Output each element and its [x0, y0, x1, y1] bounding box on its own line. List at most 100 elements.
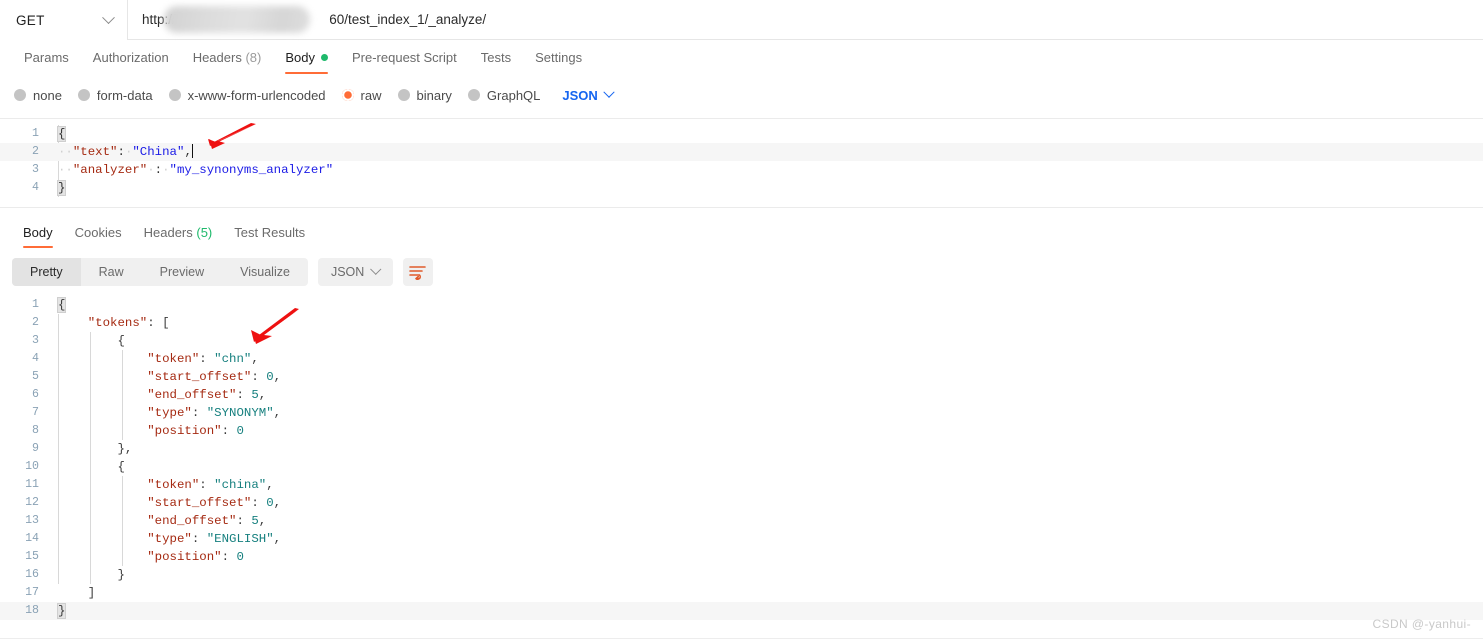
- code-token: "end_offset": [147, 388, 237, 402]
- response-view-preview[interactable]: Preview: [142, 258, 222, 286]
- code-content: {: [48, 125, 1483, 143]
- chevron-down-icon: [102, 10, 115, 24]
- code-line: 5 "start_offset": 0,: [0, 368, 1483, 386]
- code-content: }: [48, 602, 1483, 620]
- code-content: "start_offset": 0,: [48, 494, 1483, 512]
- code-token: "analyzer": [72, 163, 148, 177]
- line-number: 1: [32, 298, 39, 311]
- code-token: ·: [162, 163, 170, 177]
- code-token: "tokens": [87, 316, 148, 330]
- code-line: 9 },: [0, 440, 1483, 458]
- response-tab-body[interactable]: Body: [12, 220, 64, 249]
- line-number: 9: [32, 442, 39, 455]
- line-number: 4: [32, 181, 39, 194]
- code-token: :: [236, 514, 252, 528]
- code-token: ,: [273, 532, 282, 546]
- request-body-editor[interactable]: 1{2 ··"text":·"China", 3 ··"analyzer"·:·"my…: [0, 118, 1483, 208]
- code-token: }: [56, 180, 67, 196]
- body-mode-binary[interactable]: binary: [397, 88, 452, 103]
- code-line: 2 ··"text":·"China",: [0, 143, 1483, 161]
- code-content: ··"text":·"China",: [48, 143, 1483, 161]
- tab-params[interactable]: Params: [12, 44, 81, 74]
- line-number: 17: [25, 586, 39, 599]
- code-line: 11 "token": "china",: [0, 476, 1483, 494]
- body-mode-raw[interactable]: raw: [341, 88, 382, 103]
- tab-label: Pre-request Script: [351, 50, 457, 65]
- body-mode-x-www-form-urlencoded[interactable]: x-www-form-urlencoded: [168, 88, 326, 103]
- response-view-segmented-control: Pretty Raw Preview Visualize: [12, 258, 308, 286]
- tab-label: Test Results: [234, 225, 306, 240]
- code-token: ,: [266, 478, 274, 492]
- tab-headers[interactable]: Headers (8): [181, 44, 274, 74]
- code-token: "position": [147, 424, 222, 438]
- body-mode-graphql[interactable]: GraphQL: [467, 88, 540, 103]
- code-token: 0: [236, 424, 244, 438]
- response-view-visualize[interactable]: Visualize: [222, 258, 308, 286]
- radio-icon: [14, 89, 26, 101]
- body-mode-none[interactable]: none: [14, 88, 62, 103]
- line-number: 13: [25, 514, 39, 527]
- body-format-select[interactable]: JSON: [562, 86, 615, 103]
- code-content: {: [48, 332, 1483, 350]
- code-token: ,: [184, 145, 192, 159]
- text-caret: [191, 144, 194, 158]
- tab-authorization[interactable]: Authorization: [81, 44, 181, 74]
- code-content: "type": "SYNONYM",: [48, 404, 1483, 422]
- code-line: 1{: [0, 296, 1483, 314]
- response-tab-cookies[interactable]: Cookies: [64, 220, 133, 248]
- code-token: :: [199, 352, 215, 366]
- response-body-viewer[interactable]: 1{2 "tokens": [3 {4 "token": "chn", 5 "st…: [0, 296, 1483, 620]
- response-view-pretty[interactable]: Pretty: [12, 258, 81, 286]
- line-number: 2: [32, 145, 39, 158]
- response-view-raw[interactable]: Raw: [81, 258, 142, 286]
- code-line: 16 }: [0, 566, 1483, 584]
- code-content: {: [48, 296, 1483, 314]
- line-number: 15: [25, 550, 39, 563]
- line-number: 2: [32, 316, 39, 329]
- code-content: ··"analyzer"·:·"my_synonyms_analyzer": [48, 161, 1483, 179]
- tab-label: Tests: [480, 50, 512, 65]
- seg-label: Pretty: [30, 265, 63, 279]
- tab-pre-request-script[interactable]: Pre-request Script: [340, 44, 469, 74]
- radio-icon: [467, 89, 480, 101]
- code-token: },: [58, 442, 133, 456]
- tab-tests[interactable]: Tests: [469, 44, 523, 74]
- line-number: 5: [32, 370, 39, 383]
- response-format-row: Pretty Raw Preview Visualize JSON: [0, 258, 1483, 286]
- http-method-select[interactable]: GET: [0, 0, 128, 40]
- code-token: "text": [72, 145, 118, 159]
- chevron-down-icon: [370, 263, 382, 275]
- code-token: ,: [251, 352, 259, 366]
- radio-icon: [397, 89, 410, 101]
- code-token: {: [58, 460, 125, 474]
- body-mode-form-data[interactable]: form-data: [77, 88, 153, 103]
- code-token: :: [191, 532, 207, 546]
- code-content: }: [48, 566, 1483, 584]
- code-token: 0: [266, 496, 274, 510]
- postman-window: GET http://1 60/test_index_1/_analyze/ P…: [0, 0, 1483, 639]
- response-tab-test-results[interactable]: Test Results: [223, 220, 316, 248]
- tab-settings[interactable]: Settings: [523, 44, 594, 74]
- line-number: 3: [32, 334, 39, 347]
- code-content: {: [48, 458, 1483, 476]
- response-tab-bar: Body Cookies Headers (5) Test Results: [0, 216, 1483, 249]
- wrap-text-button[interactable]: [402, 258, 433, 286]
- code-token: :: [191, 406, 207, 420]
- request-tab-bar: Params Authorization Headers (8) Body Pr…: [0, 40, 1483, 75]
- url-input[interactable]: http://1 60/test_index_1/_analyze/: [128, 0, 1483, 39]
- tab-body[interactable]: Body: [273, 44, 340, 75]
- code-token: "ENGLISH": [206, 532, 274, 546]
- response-format-select[interactable]: JSON: [317, 258, 393, 286]
- code-token: }: [58, 568, 125, 582]
- code-token: ,: [258, 388, 267, 402]
- code-token: ··: [58, 163, 73, 177]
- response-tab-headers[interactable]: Headers (5): [133, 220, 224, 248]
